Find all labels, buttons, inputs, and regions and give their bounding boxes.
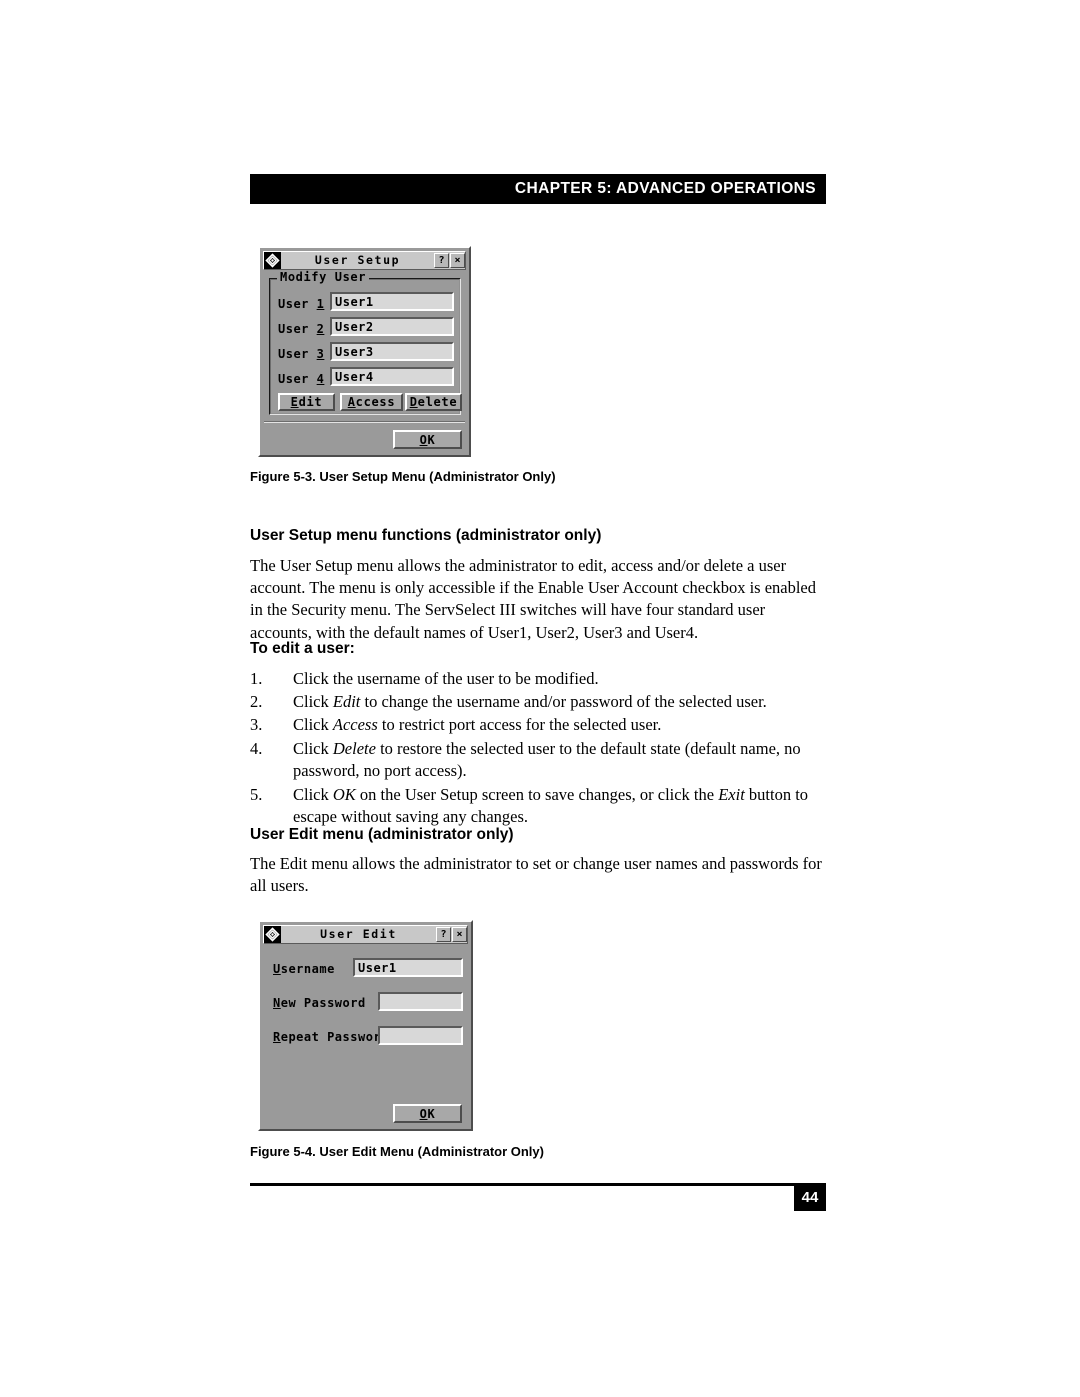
user-1-input[interactable]: User1: [330, 292, 454, 311]
help-button[interactable]: ?: [434, 253, 449, 268]
list-item-number: 1.: [250, 669, 263, 688]
chapter-header-bar: CHAPTER 5: ADVANCED OPERATIONS: [250, 174, 826, 204]
delete-button[interactable]: Delete: [405, 393, 462, 411]
user-2-label: User 2: [278, 322, 325, 336]
ok-button-label: OK: [419, 432, 436, 447]
ok-button[interactable]: OK: [393, 1104, 462, 1123]
footer-rule: [250, 1183, 826, 1186]
close-icon[interactable]: ×: [450, 253, 465, 268]
document-page: CHAPTER 5: ADVANCED OPERATIONS User Setu…: [0, 0, 1080, 1397]
edit-button[interactable]: Edit: [278, 393, 335, 411]
new-password-row: New Password: [273, 996, 366, 1010]
repeat-password-row: Repeat Password: [273, 1030, 389, 1044]
section-heading-user-setup: User Setup menu functions (administrator…: [250, 527, 602, 544]
list-item-text: Click Delete to restore the selected use…: [293, 739, 801, 781]
user-1-value: User1: [335, 294, 374, 309]
list-item-text: Click the username of the user to be mod…: [293, 669, 599, 688]
delete-button-label: Delete: [409, 395, 458, 409]
section-paragraph-user-edit: The Edit menu allows the administrator t…: [250, 854, 822, 896]
username-input[interactable]: User1: [353, 958, 463, 977]
list-item: 3. Click Access to restrict port access …: [250, 714, 828, 736]
user-setup-dialog: User Setup ? × Modify User User 1 User1 …: [258, 246, 471, 457]
access-button-label: Access: [347, 395, 396, 409]
figure-5-3-caption: Figure 5-3. User Setup Menu (Administrat…: [250, 469, 556, 484]
diamond-logo-icon: [264, 926, 281, 943]
access-button[interactable]: Access: [340, 393, 403, 411]
list-item-text: Click Edit to change the username and/or…: [293, 692, 767, 711]
edit-button-label: Edit: [290, 395, 323, 409]
page-number: 44: [794, 1183, 826, 1211]
repeat-password-label: Repeat Password: [273, 1030, 389, 1044]
user-3-label: User 3: [278, 347, 325, 361]
chapter-title: CHAPTER 5: ADVANCED OPERATIONS: [514, 180, 816, 197]
user-3-input[interactable]: User3: [330, 342, 454, 361]
user-4-label: User 4: [278, 372, 325, 386]
user-4-value: User4: [335, 369, 374, 384]
username-value: User1: [358, 960, 397, 975]
list-item-text: Click OK on the User Setup screen to sav…: [293, 785, 809, 827]
repeat-password-input[interactable]: [378, 1026, 463, 1045]
user-1-label: User 1: [278, 297, 325, 311]
user-edit-titlebar: User Edit ? ×: [263, 925, 468, 944]
user-setup-titlebar-buttons: ? ×: [434, 253, 465, 268]
list-item-number: 4.: [250, 739, 263, 758]
close-icon[interactable]: ×: [452, 927, 467, 942]
user-edit-titlebar-buttons: ? ×: [436, 927, 467, 942]
list-item-number: 2.: [250, 692, 263, 711]
new-password-input[interactable]: [378, 992, 463, 1011]
username-label: Username: [273, 962, 335, 976]
user-setup-title: User Setup: [314, 252, 401, 267]
username-row: Username: [273, 962, 335, 976]
list-item: 5. Click OK on the User Setup screen to …: [250, 784, 828, 828]
list-item: 2. Click Edit to change the username and…: [250, 691, 828, 713]
list-item: 4. Click Delete to restore the selected …: [250, 738, 828, 782]
dialog-separator: [264, 421, 465, 423]
subheading-to-edit-a-user: To edit a user:: [250, 640, 355, 657]
user-edit-title: User Edit: [320, 926, 397, 941]
user-2-input[interactable]: User2: [330, 317, 454, 336]
ok-button-label: OK: [419, 1106, 436, 1121]
user-4-input[interactable]: User4: [330, 367, 454, 386]
help-button[interactable]: ?: [436, 927, 451, 942]
ok-button[interactable]: OK: [393, 430, 462, 449]
list-item-number: 5.: [250, 785, 263, 804]
user-2-value: User2: [335, 319, 374, 334]
new-password-label: New Password: [273, 996, 366, 1010]
section-heading-user-edit: User Edit menu (administrator only): [250, 826, 514, 843]
modify-user-legend: Modify User: [277, 271, 370, 283]
user-3-value: User3: [335, 344, 374, 359]
list-item-text: Click Access to restrict port access for…: [293, 715, 662, 734]
list-item: 1. Click the username of the user to be …: [250, 668, 828, 690]
section-paragraph-user-setup: The User Setup menu allows the administr…: [250, 556, 817, 642]
figure-5-4-caption: Figure 5-4. User Edit Menu (Administrato…: [250, 1144, 544, 1159]
diamond-logo-icon: [264, 252, 281, 269]
user-setup-titlebar: User Setup ? ×: [263, 251, 466, 270]
user-edit-dialog: User Edit ? × Username User1 New Passwor…: [258, 920, 473, 1131]
list-item-number: 3.: [250, 715, 263, 734]
